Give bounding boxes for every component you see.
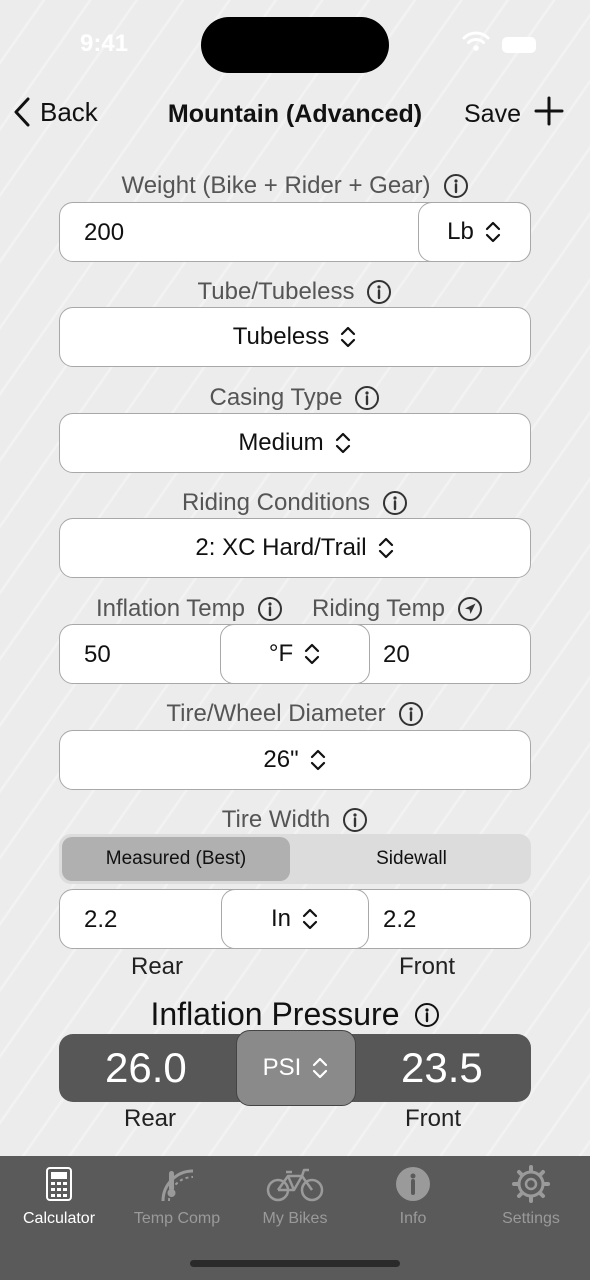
back-button[interactable]: Back xyxy=(12,96,98,128)
rear-width-input[interactable]: 2.2 xyxy=(84,906,117,934)
diameter-label: Tire/Wheel Diameter xyxy=(166,700,386,727)
info-icon[interactable] xyxy=(366,279,392,305)
inflation-temp-label: Inflation Temp xyxy=(96,595,245,622)
width-front-label: Front xyxy=(399,953,456,980)
tab-settings[interactable]: Settings xyxy=(472,1156,590,1246)
info-icon xyxy=(396,1167,430,1201)
back-label: Back xyxy=(40,96,98,127)
tube-label-row: Tube/Tubeless xyxy=(0,278,590,306)
tab-label: My Bikes xyxy=(262,1210,328,1227)
casing-label-row: Casing Type xyxy=(0,384,590,412)
add-icon[interactable] xyxy=(534,96,564,126)
conditions-label: Riding Conditions xyxy=(181,489,371,516)
width-rear-label: Rear xyxy=(131,953,184,980)
conditions-value: 2: XC Hard/Trail xyxy=(195,534,367,561)
diameter-label-row: Tire/Wheel Diameter xyxy=(0,700,590,728)
riding-temp-label: Riding Temp xyxy=(312,595,445,622)
chevron-up-down-icon xyxy=(313,1057,328,1079)
chevron-up-down-icon xyxy=(310,749,325,771)
casing-value: Medium xyxy=(238,429,324,456)
inflation-temp-label-row: Inflation Temp xyxy=(96,595,283,623)
tab-info[interactable]: Info xyxy=(354,1156,472,1246)
result-title-row: Inflation Pressure xyxy=(0,996,590,1033)
result-rear-label: Rear xyxy=(124,1105,177,1132)
chevron-up-down-icon xyxy=(378,537,393,559)
width-label: Tire Width xyxy=(221,806,331,833)
thermometer-gauge-icon xyxy=(161,1169,194,1202)
tube-label: Tube/Tubeless xyxy=(197,278,355,305)
info-icon[interactable] xyxy=(354,385,380,411)
pressure-unit-select[interactable]: PSI xyxy=(236,1030,356,1106)
chevron-up-down-icon xyxy=(335,432,350,454)
tab-label: Temp Comp xyxy=(133,1210,221,1227)
result-front-label: Front xyxy=(405,1105,462,1132)
tube-select[interactable]: Tubeless xyxy=(59,307,531,367)
diameter-value: 26" xyxy=(263,746,299,773)
width-mode-segmented-control: Measured (Best) Sidewall xyxy=(59,834,531,884)
info-icon[interactable] xyxy=(257,596,283,622)
weight-unit: Lb xyxy=(447,218,474,245)
weight-input[interactable]: 200 xyxy=(84,219,124,247)
conditions-label-row: Riding Conditions xyxy=(0,489,590,517)
rear-pressure-value: 26.0 xyxy=(105,1044,187,1091)
tab-label: Info xyxy=(399,1210,427,1227)
dynamic-island xyxy=(201,17,389,73)
temp-unit-select[interactable]: °F xyxy=(220,624,370,684)
info-icon[interactable] xyxy=(443,173,469,199)
tab-temp-comp[interactable]: Temp Comp xyxy=(118,1156,236,1246)
casing-label: Casing Type xyxy=(209,384,343,411)
info-icon[interactable] xyxy=(382,490,408,516)
weight-label: Weight (Bike + Rider + Gear) xyxy=(121,172,431,199)
chevron-up-down-icon xyxy=(302,908,318,930)
front-width-input[interactable]: 2.2 xyxy=(383,906,416,934)
weight-unit-select[interactable]: Lb xyxy=(418,202,531,262)
temp-unit: °F xyxy=(268,640,294,667)
info-icon[interactable] xyxy=(414,1002,440,1028)
tab-label: Calculator xyxy=(22,1210,96,1227)
result-title: Inflation Pressure xyxy=(150,996,400,1032)
chevron-up-down-icon xyxy=(341,326,356,348)
info-icon[interactable] xyxy=(342,807,368,833)
segment-sidewall[interactable]: Sidewall xyxy=(295,837,528,881)
conditions-select[interactable]: 2: XC Hard/Trail xyxy=(59,518,531,578)
tab-label: Settings xyxy=(502,1210,560,1227)
tube-value: Tubeless xyxy=(232,323,330,350)
tab-my-bikes[interactable]: My Bikes xyxy=(236,1156,354,1246)
tab-calculator[interactable]: Calculator xyxy=(0,1156,118,1246)
width-unit: In xyxy=(270,905,291,932)
chevron-up-down-icon xyxy=(305,643,320,665)
diameter-select[interactable]: 26" xyxy=(59,730,531,790)
battery-icon xyxy=(502,37,536,53)
riding-temp-label-row: Riding Temp xyxy=(312,595,483,623)
bicycle-icon xyxy=(266,1168,324,1202)
status-bar: 9:41 xyxy=(0,0,590,90)
inflation-temp-input[interactable]: 50 xyxy=(84,641,111,669)
tab-bar: Calculator Temp Comp My Bikes Info Setti… xyxy=(0,1156,590,1280)
segment-measured[interactable]: Measured (Best) xyxy=(62,837,290,881)
wifi-icon xyxy=(462,31,490,51)
chevron-left-icon xyxy=(14,97,30,127)
save-button[interactable]: Save xyxy=(464,100,521,129)
width-label-row: Tire Width xyxy=(0,806,590,834)
riding-temp-input[interactable]: 20 xyxy=(383,641,410,669)
chevron-up-down-icon xyxy=(485,221,500,243)
location-arrow-icon[interactable] xyxy=(457,596,483,622)
status-time: 9:41 xyxy=(80,30,129,57)
calculator-icon xyxy=(46,1167,72,1201)
pressure-unit: PSI xyxy=(262,1054,302,1081)
info-icon[interactable] xyxy=(398,701,424,727)
gear-icon xyxy=(512,1165,550,1203)
home-indicator xyxy=(190,1260,400,1267)
weight-label-row: Weight (Bike + Rider + Gear) xyxy=(0,172,590,200)
width-unit-select[interactable]: In xyxy=(221,889,369,949)
casing-select[interactable]: Medium xyxy=(59,413,531,473)
front-pressure-value: 23.5 xyxy=(401,1044,483,1091)
navigation-bar: Back Mountain (Advanced) Save xyxy=(0,92,590,138)
